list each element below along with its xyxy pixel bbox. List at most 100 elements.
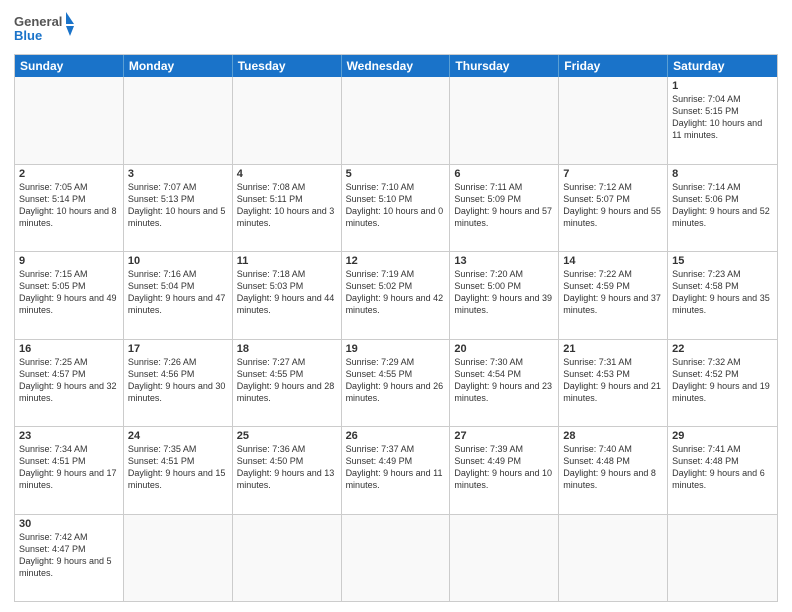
day-cell-24: 24Sunrise: 7:35 AM Sunset: 4:51 PM Dayli… <box>124 427 233 514</box>
day-cell-1: 1Sunrise: 7:04 AM Sunset: 5:15 PM Daylig… <box>668 77 777 164</box>
calendar-row-1: 2Sunrise: 7:05 AM Sunset: 5:14 PM Daylig… <box>15 164 777 252</box>
day-info-30: Sunrise: 7:42 AM Sunset: 4:47 PM Dayligh… <box>19 531 119 580</box>
day-cell-30: 30Sunrise: 7:42 AM Sunset: 4:47 PM Dayli… <box>15 515 124 602</box>
day-number-24: 24 <box>128 430 228 442</box>
day-number-8: 8 <box>672 168 773 180</box>
empty-cell-0-3 <box>342 77 451 164</box>
svg-text:General: General <box>14 14 62 29</box>
day-number-28: 28 <box>563 430 663 442</box>
header-cell-friday: Friday <box>559 55 668 77</box>
day-cell-27: 27Sunrise: 7:39 AM Sunset: 4:49 PM Dayli… <box>450 427 559 514</box>
day-cell-15: 15Sunrise: 7:23 AM Sunset: 4:58 PM Dayli… <box>668 252 777 339</box>
svg-text:Blue: Blue <box>14 28 42 43</box>
day-cell-25: 25Sunrise: 7:36 AM Sunset: 4:50 PM Dayli… <box>233 427 342 514</box>
day-number-20: 20 <box>454 343 554 355</box>
day-info-19: Sunrise: 7:29 AM Sunset: 4:55 PM Dayligh… <box>346 356 446 405</box>
day-cell-23: 23Sunrise: 7:34 AM Sunset: 4:51 PM Dayli… <box>15 427 124 514</box>
empty-cell-5-3 <box>342 515 451 602</box>
day-number-29: 29 <box>672 430 773 442</box>
day-info-16: Sunrise: 7:25 AM Sunset: 4:57 PM Dayligh… <box>19 356 119 405</box>
day-info-26: Sunrise: 7:37 AM Sunset: 4:49 PM Dayligh… <box>346 443 446 492</box>
day-info-1: Sunrise: 7:04 AM Sunset: 5:15 PM Dayligh… <box>672 93 773 142</box>
day-info-23: Sunrise: 7:34 AM Sunset: 4:51 PM Dayligh… <box>19 443 119 492</box>
day-cell-22: 22Sunrise: 7:32 AM Sunset: 4:52 PM Dayli… <box>668 340 777 427</box>
day-cell-28: 28Sunrise: 7:40 AM Sunset: 4:48 PM Dayli… <box>559 427 668 514</box>
day-number-27: 27 <box>454 430 554 442</box>
logo: General Blue <box>14 10 74 48</box>
day-cell-21: 21Sunrise: 7:31 AM Sunset: 4:53 PM Dayli… <box>559 340 668 427</box>
day-info-28: Sunrise: 7:40 AM Sunset: 4:48 PM Dayligh… <box>563 443 663 492</box>
day-number-18: 18 <box>237 343 337 355</box>
day-cell-20: 20Sunrise: 7:30 AM Sunset: 4:54 PM Dayli… <box>450 340 559 427</box>
day-info-7: Sunrise: 7:12 AM Sunset: 5:07 PM Dayligh… <box>563 181 663 230</box>
page: General Blue SundayMondayTuesdayWednesda… <box>0 0 792 612</box>
calendar-row-0: 1Sunrise: 7:04 AM Sunset: 5:15 PM Daylig… <box>15 77 777 164</box>
day-number-26: 26 <box>346 430 446 442</box>
day-number-6: 6 <box>454 168 554 180</box>
calendar-body: 1Sunrise: 7:04 AM Sunset: 5:15 PM Daylig… <box>15 77 777 601</box>
day-info-10: Sunrise: 7:16 AM Sunset: 5:04 PM Dayligh… <box>128 268 228 317</box>
day-cell-10: 10Sunrise: 7:16 AM Sunset: 5:04 PM Dayli… <box>124 252 233 339</box>
day-number-5: 5 <box>346 168 446 180</box>
day-number-14: 14 <box>563 255 663 267</box>
empty-cell-0-4 <box>450 77 559 164</box>
day-number-22: 22 <box>672 343 773 355</box>
day-info-15: Sunrise: 7:23 AM Sunset: 4:58 PM Dayligh… <box>672 268 773 317</box>
day-cell-3: 3Sunrise: 7:07 AM Sunset: 5:13 PM Daylig… <box>124 165 233 252</box>
day-info-3: Sunrise: 7:07 AM Sunset: 5:13 PM Dayligh… <box>128 181 228 230</box>
day-cell-29: 29Sunrise: 7:41 AM Sunset: 4:48 PM Dayli… <box>668 427 777 514</box>
day-number-21: 21 <box>563 343 663 355</box>
empty-cell-5-1 <box>124 515 233 602</box>
day-cell-12: 12Sunrise: 7:19 AM Sunset: 5:02 PM Dayli… <box>342 252 451 339</box>
day-info-29: Sunrise: 7:41 AM Sunset: 4:48 PM Dayligh… <box>672 443 773 492</box>
day-cell-5: 5Sunrise: 7:10 AM Sunset: 5:10 PM Daylig… <box>342 165 451 252</box>
day-info-9: Sunrise: 7:15 AM Sunset: 5:05 PM Dayligh… <box>19 268 119 317</box>
header-cell-tuesday: Tuesday <box>233 55 342 77</box>
calendar-row-5: 30Sunrise: 7:42 AM Sunset: 4:47 PM Dayli… <box>15 514 777 602</box>
empty-cell-0-0 <box>15 77 124 164</box>
day-info-22: Sunrise: 7:32 AM Sunset: 4:52 PM Dayligh… <box>672 356 773 405</box>
day-cell-4: 4Sunrise: 7:08 AM Sunset: 5:11 PM Daylig… <box>233 165 342 252</box>
day-cell-2: 2Sunrise: 7:05 AM Sunset: 5:14 PM Daylig… <box>15 165 124 252</box>
day-number-19: 19 <box>346 343 446 355</box>
day-number-7: 7 <box>563 168 663 180</box>
day-cell-8: 8Sunrise: 7:14 AM Sunset: 5:06 PM Daylig… <box>668 165 777 252</box>
day-number-25: 25 <box>237 430 337 442</box>
day-cell-18: 18Sunrise: 7:27 AM Sunset: 4:55 PM Dayli… <box>233 340 342 427</box>
day-info-25: Sunrise: 7:36 AM Sunset: 4:50 PM Dayligh… <box>237 443 337 492</box>
empty-cell-5-4 <box>450 515 559 602</box>
header: General Blue <box>14 10 778 48</box>
day-cell-9: 9Sunrise: 7:15 AM Sunset: 5:05 PM Daylig… <box>15 252 124 339</box>
empty-cell-0-5 <box>559 77 668 164</box>
day-number-15: 15 <box>672 255 773 267</box>
empty-cell-0-2 <box>233 77 342 164</box>
day-info-17: Sunrise: 7:26 AM Sunset: 4:56 PM Dayligh… <box>128 356 228 405</box>
day-number-4: 4 <box>237 168 337 180</box>
day-info-13: Sunrise: 7:20 AM Sunset: 5:00 PM Dayligh… <box>454 268 554 317</box>
empty-cell-5-5 <box>559 515 668 602</box>
day-cell-13: 13Sunrise: 7:20 AM Sunset: 5:00 PM Dayli… <box>450 252 559 339</box>
day-info-5: Sunrise: 7:10 AM Sunset: 5:10 PM Dayligh… <box>346 181 446 230</box>
header-cell-saturday: Saturday <box>668 55 777 77</box>
day-cell-19: 19Sunrise: 7:29 AM Sunset: 4:55 PM Dayli… <box>342 340 451 427</box>
day-number-2: 2 <box>19 168 119 180</box>
day-number-9: 9 <box>19 255 119 267</box>
day-number-11: 11 <box>237 255 337 267</box>
day-info-27: Sunrise: 7:39 AM Sunset: 4:49 PM Dayligh… <box>454 443 554 492</box>
day-number-12: 12 <box>346 255 446 267</box>
header-cell-sunday: Sunday <box>15 55 124 77</box>
day-cell-11: 11Sunrise: 7:18 AM Sunset: 5:03 PM Dayli… <box>233 252 342 339</box>
day-info-18: Sunrise: 7:27 AM Sunset: 4:55 PM Dayligh… <box>237 356 337 405</box>
header-cell-monday: Monday <box>124 55 233 77</box>
day-number-16: 16 <box>19 343 119 355</box>
day-cell-6: 6Sunrise: 7:11 AM Sunset: 5:09 PM Daylig… <box>450 165 559 252</box>
day-number-30: 30 <box>19 518 119 530</box>
day-info-4: Sunrise: 7:08 AM Sunset: 5:11 PM Dayligh… <box>237 181 337 230</box>
empty-cell-5-2 <box>233 515 342 602</box>
day-cell-7: 7Sunrise: 7:12 AM Sunset: 5:07 PM Daylig… <box>559 165 668 252</box>
header-cell-wednesday: Wednesday <box>342 55 451 77</box>
calendar-row-3: 16Sunrise: 7:25 AM Sunset: 4:57 PM Dayli… <box>15 339 777 427</box>
day-info-8: Sunrise: 7:14 AM Sunset: 5:06 PM Dayligh… <box>672 181 773 230</box>
day-info-20: Sunrise: 7:30 AM Sunset: 4:54 PM Dayligh… <box>454 356 554 405</box>
empty-cell-5-6 <box>668 515 777 602</box>
